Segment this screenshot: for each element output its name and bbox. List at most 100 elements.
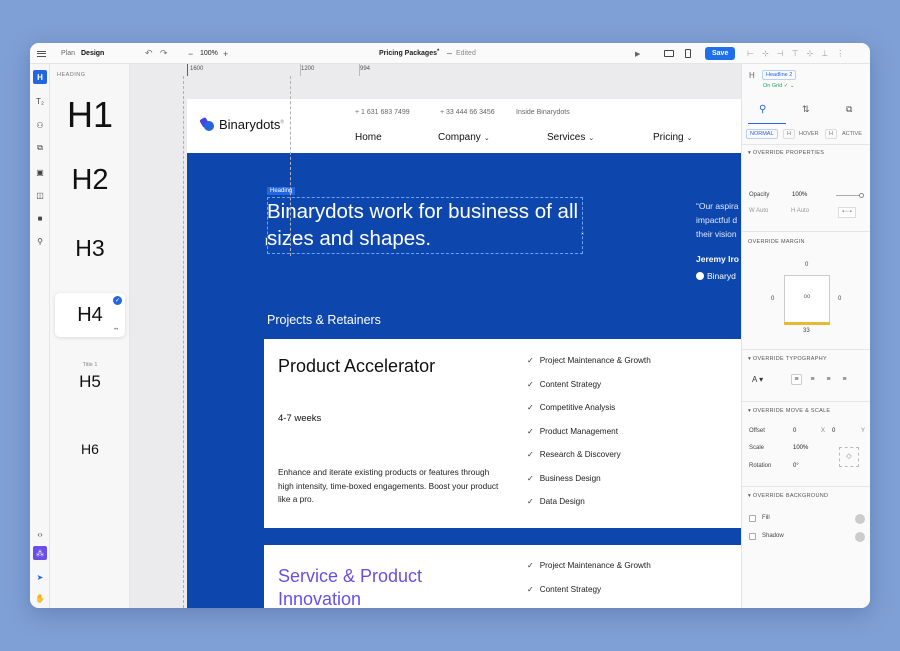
heading-h4-card[interactable]: H4 ✓ •• (55, 293, 125, 337)
design-canvas[interactable]: 1600 1200 994 Binarydots® + 1 631 683 74… (130, 64, 741, 608)
style-tab-icon[interactable]: ⚲ (759, 104, 766, 115)
pricing-card[interactable]: Product Accelerator 4-7 weeks Enhance an… (264, 339, 741, 528)
spacing-tab-icon[interactable]: ⇅ (802, 104, 810, 115)
margin-box: oo (784, 275, 830, 325)
heading-h2[interactable]: H2 (50, 164, 130, 197)
headings-panel: HEADING H1 H2 H3 H4 ✓ •• Title 1 H5 H6 (50, 64, 130, 608)
text-justify-icon[interactable]: ≡ (839, 374, 850, 385)
heading-h1[interactable]: H1 (50, 94, 130, 136)
link-dimensions-icon[interactable]: ⇠⇢ (838, 207, 856, 218)
heading-tool-icon[interactable]: H (33, 70, 47, 84)
phone-us[interactable]: + 1 631 683 7499 (355, 109, 410, 116)
resize-handle[interactable] (265, 237, 268, 246)
guide-line (183, 76, 184, 608)
fill-checkbox[interactable] (749, 515, 756, 522)
hero-title[interactable]: Binarydots work for business of all size… (267, 198, 583, 252)
map-pin-icon[interactable]: ⚲ (33, 234, 47, 248)
component-tool-icon[interactable]: ⚇ (33, 118, 47, 132)
desktop-device-icon[interactable] (664, 43, 674, 64)
resize-handle[interactable] (581, 232, 584, 235)
rotation-input[interactable]: 0° (793, 463, 799, 469)
code-icon[interactable]: ‹› (33, 527, 47, 541)
text-align-center-icon[interactable]: ≡ (807, 374, 818, 385)
frame-tool-icon[interactable]: ◫ (33, 188, 47, 202)
state-icon: H (825, 129, 837, 139)
website-page[interactable]: Binarydots® + 1 631 683 7499 + 33 444 66… (187, 99, 741, 608)
align-toolbar: ⊢ ⊹ ⊣ ⊤ ⊹ ⊥ ⋮ (747, 43, 844, 64)
state-hover[interactable]: HOVER (799, 131, 819, 137)
zoom-level[interactable]: 100% (200, 43, 218, 64)
state-active[interactable]: ACTIVE (842, 131, 862, 137)
height-field[interactable]: H Auto (791, 208, 809, 214)
ruler-mark: 994 (360, 66, 371, 72)
state-normal[interactable]: NORMAL (746, 129, 778, 139)
transform-origin-icon[interactable]: ◇ (839, 447, 859, 467)
shadow-label: Shadow (762, 533, 784, 539)
mode-plan-tab[interactable]: Plan (61, 43, 75, 64)
layers-tab-icon[interactable]: ⧉ (846, 104, 852, 115)
video-tool-icon[interactable]: ■ (33, 211, 47, 225)
image-tool-icon[interactable]: ▣ (33, 165, 47, 179)
margin-left[interactable]: 0 (771, 296, 774, 302)
undo-icon[interactable]: ↶ (145, 43, 153, 64)
heading-caption: Title 1 (82, 362, 98, 368)
pointer-icon[interactable]: ➤ (33, 570, 47, 584)
margin-top[interactable]: 0 (805, 262, 808, 268)
element-name[interactable]: Headline 2 (762, 70, 797, 80)
text-align-left-icon[interactable]: ≡ (791, 374, 802, 385)
active-tab-indicator (748, 123, 786, 124)
on-grid-status[interactable]: On Grid ✓ ⌄ (763, 83, 795, 89)
opacity-input[interactable]: 100% (792, 192, 807, 198)
offset-x-input[interactable]: 0 (793, 428, 796, 434)
align-middle-icon[interactable]: ⊹ (807, 49, 814, 58)
align-bottom-icon[interactable]: ⊥ (821, 49, 828, 58)
scale-input[interactable]: 100% (793, 445, 808, 451)
redo-icon[interactable]: ↷ (160, 43, 168, 64)
margin-link-icon[interactable]: oo (785, 294, 829, 300)
layers-tool-icon[interactable]: ⧉ (33, 141, 47, 155)
more-icon[interactable]: •• (114, 327, 118, 333)
check-icon: ✓ (527, 474, 534, 483)
font-style-icon[interactable]: A ▾ (752, 375, 763, 384)
align-right-icon[interactable]: ⊣ (777, 49, 784, 58)
heading-h3[interactable]: H3 (50, 235, 130, 262)
align-center-icon[interactable]: ⊹ (762, 49, 769, 58)
shadow-checkbox[interactable] (749, 533, 756, 540)
heading-h6[interactable]: H6 (50, 441, 130, 457)
save-button[interactable]: Save (705, 47, 736, 60)
play-icon[interactable]: ▶ (635, 43, 640, 64)
nav-services[interactable]: Services ⌄ (547, 132, 594, 143)
check-icon: ✓ (527, 497, 534, 506)
shadow-swatch-icon[interactable] (855, 532, 865, 542)
align-top-icon[interactable]: ⊤ (792, 49, 799, 58)
card-duration: 4-7 weeks (278, 413, 322, 424)
pricing-card[interactable]: Service & Product Innovation ✓ Project Ma… (264, 545, 741, 608)
company-logo-icon (696, 272, 704, 280)
nav-pricing[interactable]: Pricing ⌄ (653, 132, 692, 143)
margin-bottom[interactable]: 33 (803, 328, 810, 334)
phone-fr[interactable]: + 33 444 66 3456 (440, 109, 495, 116)
brand-logo[interactable]: Binarydots® (201, 117, 284, 132)
inside-link[interactable]: Inside Binarydots (516, 109, 570, 116)
nav-company[interactable]: Company ⌄ (438, 132, 490, 143)
distribute-icon[interactable]: ⋮ (836, 49, 844, 58)
zoom-out-button[interactable]: − (188, 43, 193, 64)
fill-swatch-icon[interactable] (855, 514, 865, 524)
heading-h5[interactable]: H5 (50, 372, 130, 392)
offset-x-axis: X (821, 428, 826, 434)
mode-design-tab[interactable]: Design (81, 43, 104, 64)
text-align-right-icon[interactable]: ≡ (823, 374, 834, 385)
text-tool-icon[interactable]: T₂ (33, 94, 47, 108)
align-left-icon[interactable]: ⊢ (747, 49, 754, 58)
menu-icon[interactable] (36, 43, 46, 64)
mobile-device-icon[interactable] (685, 43, 691, 64)
opacity-slider[interactable] (836, 193, 864, 198)
document-title[interactable]: Pricing Packages * (379, 43, 439, 64)
offset-y-input[interactable]: 0 (832, 428, 835, 434)
margin-right[interactable]: 0 (838, 296, 841, 302)
zoom-in-button[interactable]: + (223, 43, 228, 64)
nav-home[interactable]: Home (355, 132, 382, 143)
hand-icon[interactable]: ✋ (33, 591, 47, 605)
grid-icon[interactable]: ⁂ (33, 546, 47, 560)
width-field[interactable]: W Auto (749, 208, 768, 214)
